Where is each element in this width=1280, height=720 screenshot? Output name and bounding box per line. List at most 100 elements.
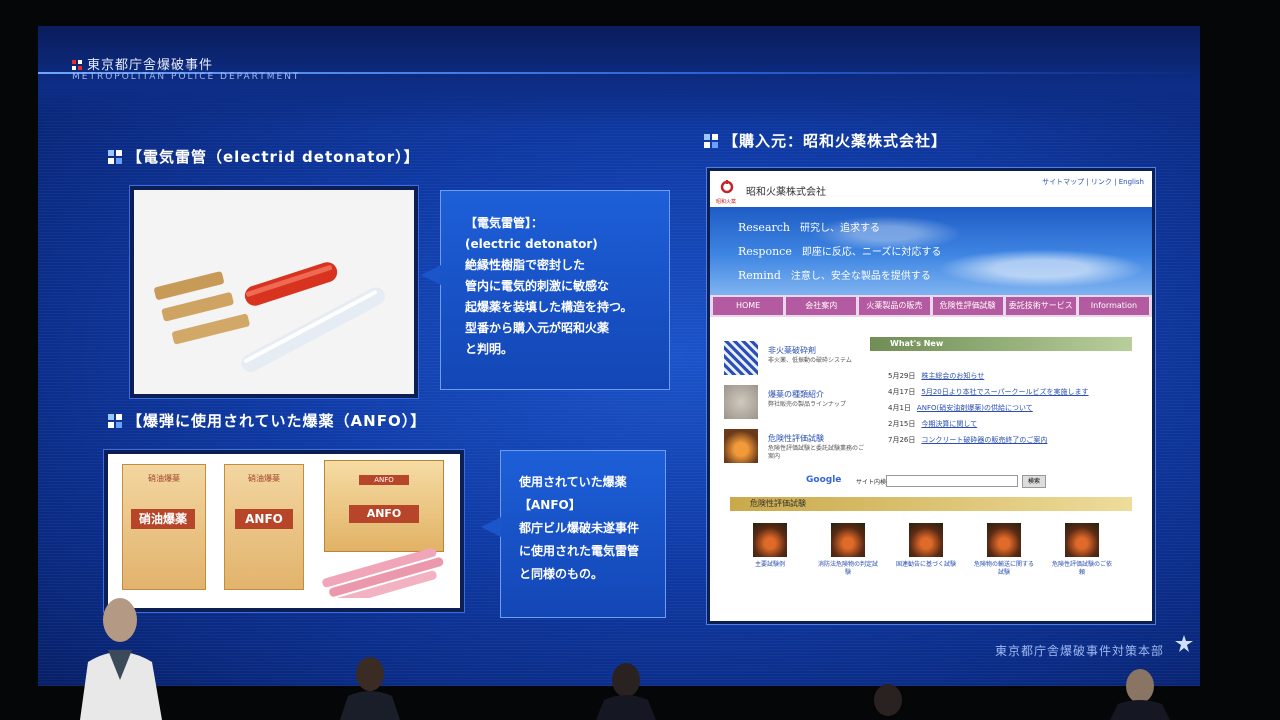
eval-caption: 国連勧告に基づく試験 [896,561,957,568]
callout-line: 絶縁性樹脂で密封した [465,258,586,272]
footer-text: 東京都庁舎爆破事件対策本部 [994,644,1164,658]
nav-evaluation[interactable]: 危険性評価試験 [932,297,1003,315]
site-search-button[interactable]: 検索 [1022,475,1046,488]
detonator-section-title: 【電気雷管（electrid detonator）】 [108,146,420,167]
callout-line: 起爆薬を装填した構造を持つ。 [465,300,633,314]
tagline-research: Research 研究し、追求する [738,219,880,234]
audience-person [1110,669,1170,720]
site-search-input[interactable] [886,475,1018,487]
side-thumb [724,341,758,375]
site-header: 昭和火薬 昭和火薬株式会社 サイトマップ | リンク | English [710,171,1152,207]
eval-item[interactable]: 消防法危険物の判定試験 [818,523,878,577]
news-item[interactable]: 4月17日 5月20日より本社でスーパークールビズを実施します [888,387,1089,397]
audience-person [874,684,902,716]
tagline-word: Responce [738,245,792,258]
news-link[interactable]: 5月20日より本社でスーパークールビズを実施します [921,388,1088,396]
site-nav: HOME 会社案内 火薬製品の販売 危険性評価試験 委託技術サービス Infor… [710,295,1152,317]
news-link[interactable]: コンクリート破砕器の販売終了のご案内 [921,436,1047,444]
tagline-text: 注意し、安全な製品を提供する [790,271,931,282]
section-squares-icon [704,134,719,149]
news-date: 2月15日 [888,420,916,428]
callout-line: 都庁ビル爆破未遂事件 [519,521,640,535]
news-link[interactable]: 株主総会のお知らせ [921,372,984,380]
company-website-screenshot: 昭和火薬 昭和火薬株式会社 サイトマップ | リンク | English Res… [707,168,1155,624]
header-title: 東京都庁舎爆破事件 [72,54,213,73]
audience-person [80,598,162,720]
tagline-text: 研究し、追求する [800,223,881,234]
tagline-word: Research [738,221,791,234]
google-logo: Google [806,475,842,485]
tagline-remind: Remind 注意し、安全な製品を提供する [738,267,931,282]
tagline-text: 即座に反応、ニーズに対応する [801,247,942,258]
anfo-photo: 硝油爆薬 硝油爆薬 硝油爆薬 ANFO ANFO ANFO [104,450,464,612]
callout-line: 【ANFO】 [519,498,581,512]
anfo-box: ANFO ANFO [324,460,444,552]
eval-item[interactable]: 主要試験例 [740,523,800,569]
news-date: 4月1日 [888,404,911,412]
callout-line: と判明。 [465,342,514,356]
news-link[interactable]: 今期決算に関して [921,420,977,428]
anfo-bag-1: 硝油爆薬 硝油爆薬 [122,464,206,590]
header-subtitle: METROPOLITAN POLICE DEPARTMENT [72,72,301,82]
anfo-title-text: 【爆弾に使用されていた爆薬（ANFO）】 [127,412,427,430]
logo-caption: 昭和火薬 [716,199,737,205]
callout-line: 管内に電気的刺激に敏感な [465,279,610,293]
eval-thumb [987,523,1021,557]
nav-home[interactable]: HOME [713,297,784,315]
eval-thumb [909,523,943,557]
tagline-responce: Responce 即座に反応、ニーズに対応する [738,243,941,258]
news-link[interactable]: ANFO(硝安油剤爆薬)の供給について [917,404,1033,412]
callout-line: 使用されていた爆薬 [519,475,627,489]
eval-heading: 危険性評価試験 [730,497,1132,511]
callout-line: (electric detonator) [465,237,598,251]
bag-top-label: 硝油爆薬 [248,474,280,483]
site-company-name: 昭和火薬株式会社 [746,187,826,198]
news-item[interactable]: 4月1日 ANFO(硝安油剤爆薬)の供給について [888,403,1033,413]
source-title-text: 【購入元：昭和火薬株式会社】 [723,132,948,150]
header-squares-icon [72,60,83,71]
news-item[interactable]: 5月29日 株主総会のお知らせ [888,371,984,381]
eval-thumb [1065,523,1099,557]
nav-company[interactable]: 会社案内 [786,297,857,315]
anfo-callout: 使用されていた爆薬 【ANFO】 都庁ビル爆破未遂事件 に使用された電気雷管 と… [481,450,666,618]
detonator-callout: 【電気雷管】： (electric detonator) 絶縁性樹脂で密封した … [421,190,670,390]
audience-person [340,657,400,720]
detonator-title-text: 【電気雷管（electrid detonator）】 [127,148,420,166]
news-date: 7月26日 [888,436,916,444]
source-section-title: 【購入元：昭和火薬株式会社】 [704,130,947,151]
header-title-text: 東京都庁舎爆破事件 [87,58,214,73]
site-top-links[interactable]: サイトマップ | リンク | English [1042,177,1144,187]
side-item-title: 危険性評価試験 [768,434,824,443]
news-date: 4月17日 [888,388,916,396]
eval-item[interactable]: 危険物の輸送に関する試験 [974,523,1034,577]
bag-label: 硝油爆薬 [131,509,195,529]
callout-tail [481,517,501,537]
anfo-section-title: 【爆弾に使用されていた爆薬（ANFO）】 [108,410,426,431]
box-label: ANFO [349,505,419,523]
side-item-title: 非火薬破砕剤 [768,346,816,355]
nav-information[interactable]: Information [1078,297,1150,315]
callout-line: 型番から購入元が昭和火薬 [465,321,610,335]
callout-line: 【電気雷管】： [465,216,544,230]
news-item[interactable]: 2月15日 今期決算に関して [888,419,977,429]
company-logo-icon [720,180,734,194]
eval-item[interactable]: 危険性評価試験のご依頼 [1052,523,1112,577]
bag-top-label: 硝油爆薬 [148,474,180,483]
whats-new-heading: What's New [870,337,1132,351]
side-item-desc: 非火薬、低振動の破砕システム [768,357,852,364]
nav-services[interactable]: 委託技術サービス [1005,297,1076,315]
eval-item[interactable]: 国連勧告に基づく試験 [896,523,956,569]
tagline-word: Remind [738,269,781,282]
news-item[interactable]: 7月26日 コンクリート破砕器の販売終了のご案内 [888,435,1047,445]
presentation-screen: 東京都庁舎爆破事件 METROPOLITAN POLICE DEPARTMENT… [38,26,1200,686]
side-item-desc: 危険性評価試験と委託試験業務のご案内 [768,445,865,460]
eval-thumb [831,523,865,557]
anfo-callout-text: 使用されていた爆薬 【ANFO】 都庁ビル爆破未遂事件 に使用された電気雷管 と… [501,451,665,586]
detonator-callout-text: 【電気雷管】： (electric detonator) 絶縁性樹脂で密封した … [441,191,669,360]
side-thumb [724,429,758,463]
site-banner: Research 研究し、追求する Responce 即座に反応、ニーズに対応する … [710,207,1152,295]
eval-caption: 危険物の輸送に関する試験 [974,561,1035,576]
section-squares-icon [108,414,123,429]
detonator-illustration [134,190,414,394]
nav-products[interactable]: 火薬製品の販売 [859,297,930,315]
